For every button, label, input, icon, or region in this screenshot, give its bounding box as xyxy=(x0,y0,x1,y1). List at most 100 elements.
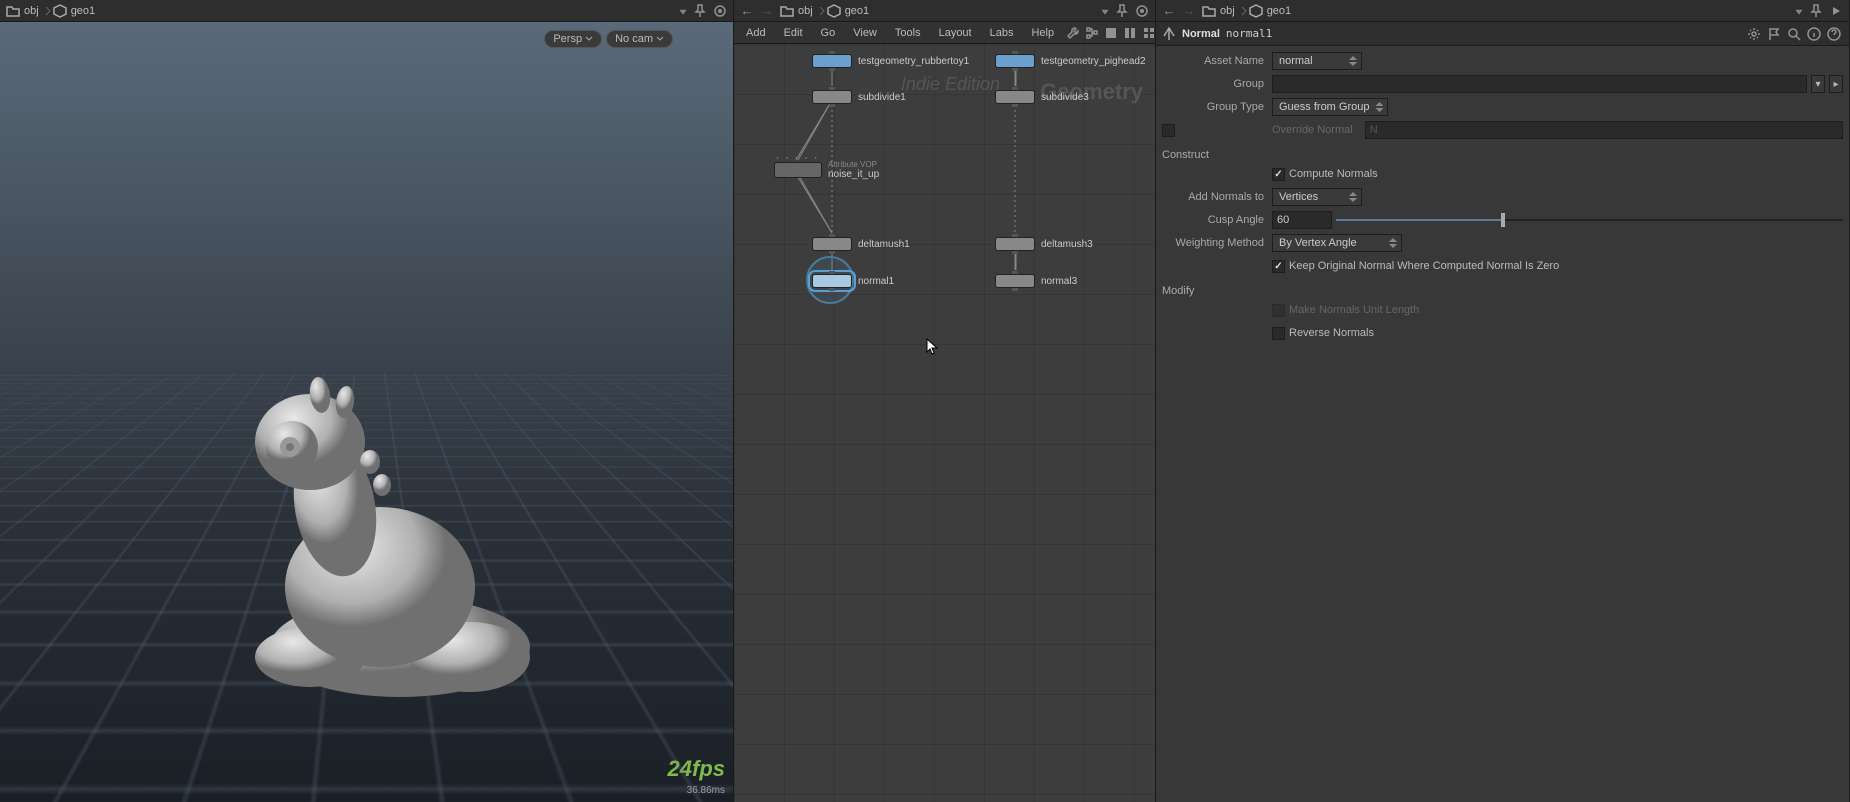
node-deltamush1[interactable]: deltamush1 xyxy=(812,237,910,251)
search-icon[interactable] xyxy=(1785,25,1803,43)
parameter-body: Asset Name normal Group ▾▸ Group Type Gu… xyxy=(1156,46,1849,802)
parm-add-normals-to: Add Normals to Vertices xyxy=(1162,186,1843,208)
path-dropdown[interactable] xyxy=(1793,2,1805,20)
tree-icon[interactable] xyxy=(1083,24,1101,42)
help-icon[interactable] xyxy=(1825,25,1843,43)
override-checkbox[interactable] xyxy=(1162,124,1175,137)
pin-icon[interactable] xyxy=(1113,2,1131,20)
info-icon[interactable] xyxy=(1805,25,1823,43)
viewport-pane: obj geo1 xyxy=(0,0,734,802)
compute-checkbox[interactable] xyxy=(1272,168,1285,181)
operator-type: Normal xyxy=(1182,28,1220,40)
node-deltamush3[interactable]: deltamush3 xyxy=(995,237,1093,251)
operator-name[interactable]: normal1 xyxy=(1226,27,1272,40)
node-label: subdivide3 xyxy=(1041,92,1089,103)
group-select-button[interactable]: ▸ xyxy=(1829,75,1843,93)
cursor-icon xyxy=(926,338,940,356)
crumb-obj[interactable]: obj xyxy=(4,2,45,20)
parm-asset-name: Asset Name normal xyxy=(1162,50,1843,72)
menu-view[interactable]: View xyxy=(845,23,885,43)
group-menu-button[interactable]: ▾ xyxy=(1811,75,1825,93)
label: Override Normal xyxy=(1272,124,1365,136)
flag-icon[interactable] xyxy=(1765,25,1783,43)
crumb-geo1[interactable]: geo1 xyxy=(51,2,101,20)
network-canvas[interactable]: Indie Edition Geometry testgeometry_rubb… xyxy=(734,44,1155,802)
nav-forward-button[interactable]: → xyxy=(1180,2,1198,20)
override-input xyxy=(1365,121,1843,139)
chevron-down-icon xyxy=(585,36,593,42)
node-label: subdivide1 xyxy=(858,92,906,103)
nav-back-button[interactable]: ← xyxy=(1160,2,1178,20)
camera-label: Persp xyxy=(553,33,582,45)
cusp-input[interactable] xyxy=(1272,211,1332,229)
layout2-icon[interactable] xyxy=(1121,24,1139,42)
cusp-slider[interactable] xyxy=(1336,211,1843,229)
node-normal3[interactable]: normal3 xyxy=(995,274,1077,288)
parm-unit-length: Make Normals Unit Length xyxy=(1162,299,1843,321)
crumb-label: obj xyxy=(798,5,813,17)
crumb-geo1[interactable]: geo1 xyxy=(825,2,875,20)
path-dropdown[interactable] xyxy=(1099,2,1111,20)
crumb-geo1[interactable]: geo1 xyxy=(1247,2,1297,20)
label: Group Type xyxy=(1162,101,1272,113)
node-label: deltamush3 xyxy=(1041,239,1093,250)
label: Group xyxy=(1162,78,1272,90)
node-testgeometry-pighead2[interactable]: testgeometry_pighead2 xyxy=(995,54,1146,68)
camera-nocam-button[interactable]: No cam xyxy=(606,30,673,48)
folder-icon xyxy=(6,4,20,18)
menu-add[interactable]: Add xyxy=(738,23,774,43)
nocam-label: No cam xyxy=(615,33,653,45)
frametime-readout: 36.86ms xyxy=(687,785,725,796)
asset-name-dropdown[interactable]: normal xyxy=(1272,52,1362,70)
wrench-icon[interactable] xyxy=(1064,24,1082,42)
section-modify: Modify xyxy=(1162,281,1843,299)
keep-checkbox[interactable] xyxy=(1272,260,1285,273)
reverse-checkbox[interactable] xyxy=(1272,327,1285,340)
addto-dropdown[interactable]: Vertices xyxy=(1272,188,1362,206)
nav-forward-button[interactable]: → xyxy=(758,2,776,20)
gear-icon[interactable] xyxy=(1745,25,1763,43)
label: Make Normals Unit Length xyxy=(1289,304,1419,316)
geo-icon xyxy=(1249,4,1263,18)
menu-labs[interactable]: Labs xyxy=(982,23,1022,43)
link-icon[interactable] xyxy=(1133,2,1151,20)
network-pane: ← → obj geo1 Add Edit Go View Tools Layo… xyxy=(734,0,1156,802)
crumb-obj[interactable]: obj xyxy=(1200,2,1241,20)
label: Asset Name xyxy=(1162,55,1272,67)
chevron-right-icon xyxy=(819,6,825,16)
unit-checkbox[interactable] xyxy=(1272,304,1285,317)
parameter-header-tools xyxy=(1745,25,1843,43)
network-pathbar: ← → obj geo1 xyxy=(734,0,1155,22)
weighting-dropdown[interactable]: By Vertex Angle xyxy=(1272,234,1402,252)
path-dropdown[interactable] xyxy=(677,2,689,20)
link-icon[interactable] xyxy=(711,2,729,20)
group-input[interactable] xyxy=(1272,75,1807,93)
node-subdivide3[interactable]: subdivide3 xyxy=(995,90,1089,104)
crumb-obj[interactable]: obj xyxy=(778,2,819,20)
crumb-label: geo1 xyxy=(71,5,95,17)
node-subdivide1[interactable]: subdivide1 xyxy=(812,90,906,104)
menu-help[interactable]: Help xyxy=(1023,23,1062,43)
menu-go[interactable]: Go xyxy=(813,23,844,43)
node-normal1[interactable]: normal1 xyxy=(812,274,894,288)
node-testgeometry-rubbertoy1[interactable]: testgeometry_rubbertoy1 xyxy=(812,54,969,68)
folder-icon xyxy=(1202,4,1216,18)
group-type-dropdown[interactable]: Guess from Group xyxy=(1272,98,1388,116)
layout1-icon[interactable] xyxy=(1102,24,1120,42)
pin-icon[interactable] xyxy=(1807,2,1825,20)
node-noise-it-up[interactable]: Attribute VOPnoise_it_up xyxy=(774,160,879,180)
menu-layout[interactable]: Layout xyxy=(931,23,980,43)
viewport-3d[interactable]: Persp No cam 24fps 36.86ms xyxy=(0,22,733,802)
pin-icon[interactable] xyxy=(691,2,709,20)
menu-edit[interactable]: Edit xyxy=(776,23,811,43)
ground-grid xyxy=(0,22,733,373)
nav-back-button[interactable]: ← xyxy=(738,2,756,20)
label: Add Normals to xyxy=(1162,191,1272,203)
jump-icon[interactable] xyxy=(1827,2,1845,20)
menu-tools[interactable]: Tools xyxy=(887,23,929,43)
crumb-label: geo1 xyxy=(1267,5,1291,17)
parm-cusp-angle: Cusp Angle xyxy=(1162,209,1843,231)
crumb-label: geo1 xyxy=(845,5,869,17)
crumb-label: obj xyxy=(1220,5,1235,17)
camera-persp-button[interactable]: Persp xyxy=(544,30,602,48)
